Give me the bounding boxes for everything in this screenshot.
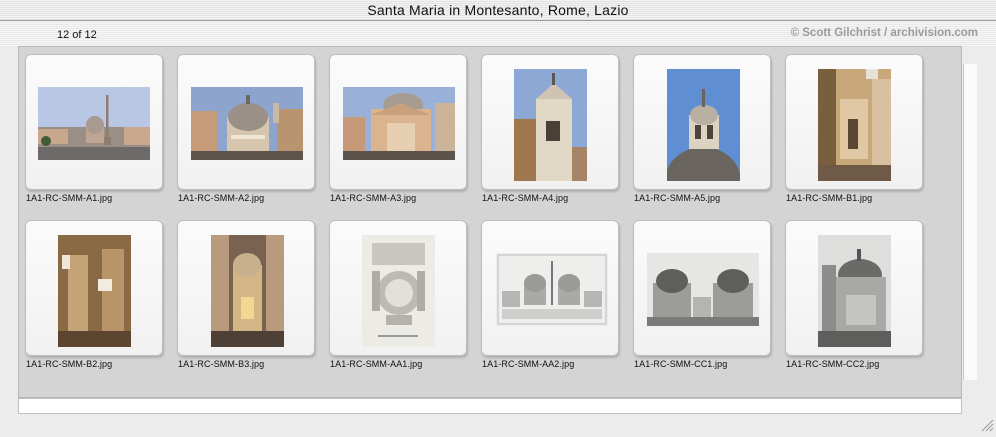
scroll-track[interactable]	[963, 64, 977, 380]
thumbnail-frame[interactable]	[633, 220, 771, 356]
thumbnail-frame[interactable]	[329, 220, 467, 356]
thumbnail-frame[interactable]	[481, 54, 619, 190]
thumbnail-item[interactable]: 1A1-RC-SMM-B3.jpg	[171, 213, 323, 369]
thumbnail-item[interactable]: 1A1-RC-SMM-A4.jpg	[475, 47, 627, 203]
interior-dome-photo	[58, 235, 131, 347]
thumbnail-item[interactable]: 1A1-RC-SMM-CC2.jpg	[779, 213, 931, 369]
copyright-credit: © Scott Gilchrist / archivision.com	[790, 27, 978, 39]
thumbnail-filename: 1A1-RC-SMM-A5.jpg	[634, 193, 721, 203]
thumbnail-frame[interactable]	[25, 220, 163, 356]
nave-interior-photo	[211, 235, 284, 347]
horizontal-scrollbar[interactable]	[18, 398, 962, 414]
thumbnail-filename: 1A1-RC-SMM-CC1.jpg	[634, 359, 728, 369]
thumbnail-item[interactable]: 1A1-RC-SMM-AA2.jpg	[475, 213, 627, 369]
thumbnail-item[interactable]: 1A1-RC-SMM-B1.jpg	[779, 47, 931, 203]
thumbnail-item[interactable]: 1A1-RC-SMM-A2.jpg	[171, 47, 323, 203]
thumbnail-grid: 1A1-RC-SMM-A1.jpg 1A1-RC-SMM-A2.jpg 1A1-…	[18, 46, 962, 398]
window-title: Santa Maria in Montesanto, Rome, Lazio	[367, 2, 629, 18]
church-bw-photo	[818, 235, 891, 347]
church-facade-photo	[343, 87, 455, 160]
thumbnail-filename: 1A1-RC-SMM-A1.jpg	[26, 193, 113, 203]
thumbnail-item[interactable]: 1A1-RC-SMM-AA1.jpg	[323, 213, 475, 369]
piazza-obelisk-photo	[38, 87, 150, 160]
thumbnail-filename: 1A1-RC-SMM-A4.jpg	[482, 193, 569, 203]
thumbnail-frame[interactable]	[481, 220, 619, 356]
thumbnail-item[interactable]: 1A1-RC-SMM-A1.jpg	[19, 47, 171, 203]
thumbnail-frame[interactable]	[329, 54, 467, 190]
piazza-engraving	[496, 253, 608, 326]
thumbnail-filename: 1A1-RC-SMM-A2.jpg	[178, 193, 265, 203]
vertical-scrollbar[interactable]	[962, 46, 978, 398]
thumbnail-frame[interactable]	[633, 54, 771, 190]
bell-tower-photo	[514, 69, 587, 181]
thumbnail-filename: 1A1-RC-SMM-A3.jpg	[330, 193, 417, 203]
thumbnail-frame[interactable]	[25, 54, 163, 190]
thumbnail-frame[interactable]	[785, 54, 923, 190]
image-count: 12 of 12	[57, 29, 97, 41]
thumbnail-item[interactable]: 1A1-RC-SMM-B2.jpg	[19, 213, 171, 369]
thumbnail-filename: 1A1-RC-SMM-B3.jpg	[178, 359, 265, 369]
thumbnail-filename: 1A1-RC-SMM-AA2.jpg	[482, 359, 575, 369]
floor-plan-drawing	[362, 235, 435, 347]
info-bar: 12 of 12 © Scott Gilchrist / archivision…	[0, 21, 996, 46]
thumbnail-filename: 1A1-RC-SMM-CC2.jpg	[786, 359, 880, 369]
thumbnail-item[interactable]: 1A1-RC-SMM-CC1.jpg	[627, 213, 779, 369]
resize-grip-icon[interactable]	[978, 416, 994, 432]
window-titlebar[interactable]: Santa Maria in Montesanto, Rome, Lazio	[0, 0, 996, 21]
dome-lantern-photo	[667, 69, 740, 181]
thumbnail-frame[interactable]	[177, 220, 315, 356]
thumbnail-filename: 1A1-RC-SMM-B1.jpg	[786, 193, 873, 203]
thumbnail-filename: 1A1-RC-SMM-B2.jpg	[26, 359, 113, 369]
thumbnail-frame[interactable]	[785, 220, 923, 356]
thumbnail-frame[interactable]	[177, 54, 315, 190]
interior-photo	[818, 69, 891, 181]
church-facade-photo	[191, 87, 303, 160]
thumbnail-item[interactable]: 1A1-RC-SMM-A3.jpg	[323, 47, 475, 203]
twin-churches-photo	[647, 253, 759, 326]
thumbnail-filename: 1A1-RC-SMM-AA1.jpg	[330, 359, 423, 369]
thumbnail-item[interactable]: 1A1-RC-SMM-A5.jpg	[627, 47, 779, 203]
